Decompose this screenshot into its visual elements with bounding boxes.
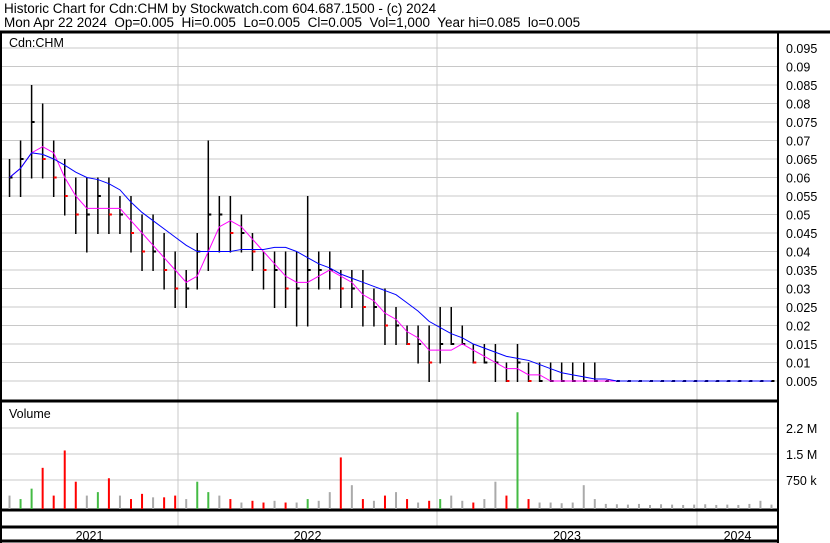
price-tick-label: 0.07 (786, 135, 810, 149)
stock-chart: Historic Chart for Cdn:CHM by Stockwatch… (0, 0, 830, 543)
price-tick-label: 0.035 (786, 264, 817, 278)
price-panel-title: Cdn:CHM (9, 36, 64, 50)
volume-tick-label: 1.5 M (786, 448, 817, 462)
price-tick-label: 0.04 (786, 246, 810, 260)
x-tick-label: 2022 (294, 529, 322, 543)
price-tick-label: 0.065 (786, 153, 817, 167)
price-tick-label: 0.03 (786, 283, 810, 297)
volume-tick-label: 750 k (786, 474, 817, 488)
price-tick-label: 0.05 (786, 209, 810, 223)
price-tick-label: 0.075 (786, 116, 817, 130)
volume-panel-title: Volume (9, 407, 51, 421)
x-tick-label: 2023 (553, 529, 581, 543)
price-tick-label: 0.08 (786, 98, 810, 112)
long-moving-average-line (9, 152, 772, 382)
price-tick-label: 0.045 (786, 227, 817, 241)
price-tick-label: 0.02 (786, 320, 810, 334)
price-tick-label: 0.015 (786, 338, 817, 352)
price-tick-label: 0.085 (786, 79, 817, 93)
short-moving-average-line (9, 146, 772, 382)
x-tick-label: 2021 (76, 529, 104, 543)
price-tick-label: 0.095 (786, 42, 817, 56)
price-tick-label: 0.025 (786, 301, 817, 315)
x-tick-label: 2024 (724, 529, 752, 543)
price-tick-label: 0.06 (786, 172, 810, 186)
chart-svg: Cdn:CHM Volume 0.005 0.01 0.015 0.02 0.025 0.… (0, 30, 830, 543)
price-tick-label: 0.055 (786, 190, 817, 204)
volume-tick-label: 2.2 M (786, 422, 817, 436)
price-tick-label: 0.09 (786, 61, 810, 75)
price-tick-label: 0.005 (786, 375, 817, 389)
price-tick-label: 0.01 (786, 357, 810, 371)
